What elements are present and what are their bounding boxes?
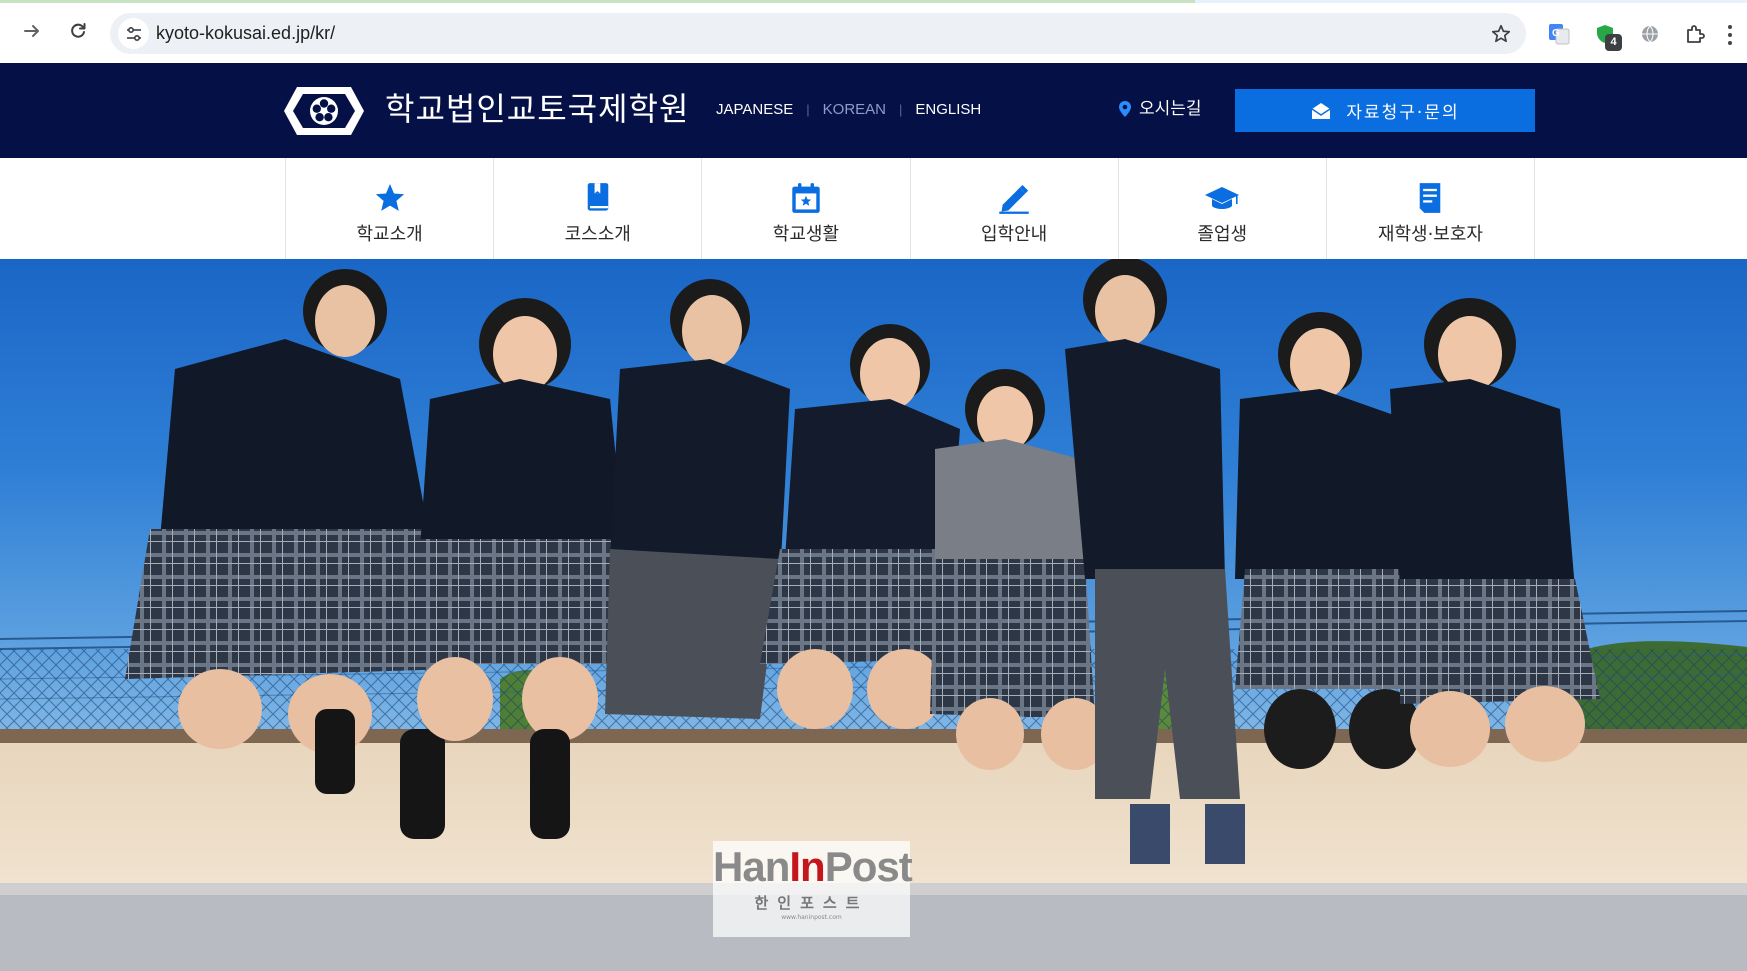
reload-icon [71,23,86,38]
pencil-icon [996,180,1032,216]
bookmark-button[interactable] [1488,21,1514,47]
lang-japanese[interactable]: JAPANESE [716,99,793,121]
lang-separator: | [806,102,810,117]
nav-label: 입학안내 [980,224,1048,245]
url-text[interactable]: kyoto-kokusai.ed.jp/kr/ [156,13,335,54]
arrow-right-icon [24,25,39,37]
nav-item-school-intro[interactable]: 학교소개 [286,158,495,259]
lang-separator: | [899,102,903,117]
map-pin-icon [1119,101,1131,117]
nav-label: 재학생·보호자 [1377,224,1483,245]
main-nav: 학교소개 코스소개 학교생활 입학안내 졸업생 재학생·보호자 [285,158,1536,259]
forward-button[interactable] [14,13,50,49]
nav-label: 졸업생 [1197,224,1248,245]
envelope-icon [1311,102,1331,119]
lang-english[interactable]: ENGLISH [915,99,981,121]
svg-text:G: G [1552,28,1560,39]
school-logo[interactable] [283,83,365,139]
access-link[interactable]: 오시는길 [1118,97,1202,121]
watermark-url: www.haninpost.com [781,914,842,921]
contact-button[interactable]: 자료청구·문의 [1235,89,1535,132]
browser-menu-button[interactable] [1728,25,1732,49]
extension-badge: 4 [1605,34,1622,51]
shield-extension-icon[interactable]: 4 [1591,20,1622,51]
document-icon [1412,180,1448,216]
puzzle-extensions-icon[interactable] [1681,20,1709,48]
nav-item-school-life[interactable]: 학교생활 [702,158,911,259]
star-icon [372,180,408,216]
nav-item-students-parents[interactable]: 재학생·보호자 [1327,158,1536,259]
reload-button[interactable] [60,13,96,49]
lang-korean[interactable]: KOREAN [823,99,886,121]
site-info-button[interactable] [118,18,149,49]
nav-item-alumni[interactable]: 졸업생 [1119,158,1327,259]
nav-label: 코스소개 [564,224,631,245]
nav-label: 학교생활 [772,224,840,245]
nav-item-courses[interactable]: 코스소개 [494,158,703,259]
hero-banner: HanInPost 한인포스트 www.haninpost.com [0,259,1747,971]
calendar-icon [788,180,824,216]
access-label: 오시는길 [1139,99,1202,119]
book-icon [580,180,616,216]
star-outline-icon [1491,24,1511,43]
watermark-logo-text: HanInPost [713,843,913,890]
watermark-korean-text: 한인포스트 [754,894,869,912]
browser-toolbar: kyoto-kokusai.ed.jp/kr/ G 4 [0,3,1747,63]
nav-item-admission[interactable]: 입학안내 [911,158,1119,259]
tune-icon [126,26,141,41]
nav-label: 학교소개 [356,224,423,245]
haninpost-watermark: HanInPost 한인포스트 www.haninpost.com [713,841,913,937]
graduation-cap-icon [1204,180,1240,216]
globe-extension-icon[interactable] [1636,20,1664,48]
site-header: 학교법인교토국제학원 JAPANESE | KOREAN | ENGLISH 오… [0,63,1747,158]
contact-label: 자료청구·문의 [1346,103,1460,123]
school-name[interactable]: 학교법인교토국제학원 [385,87,689,131]
translate-extension-icon[interactable]: G [1545,20,1573,48]
language-switcher: JAPANESE | KOREAN | ENGLISH [716,99,981,121]
address-bar[interactable]: kyoto-kokusai.ed.jp/kr/ [110,13,1526,54]
